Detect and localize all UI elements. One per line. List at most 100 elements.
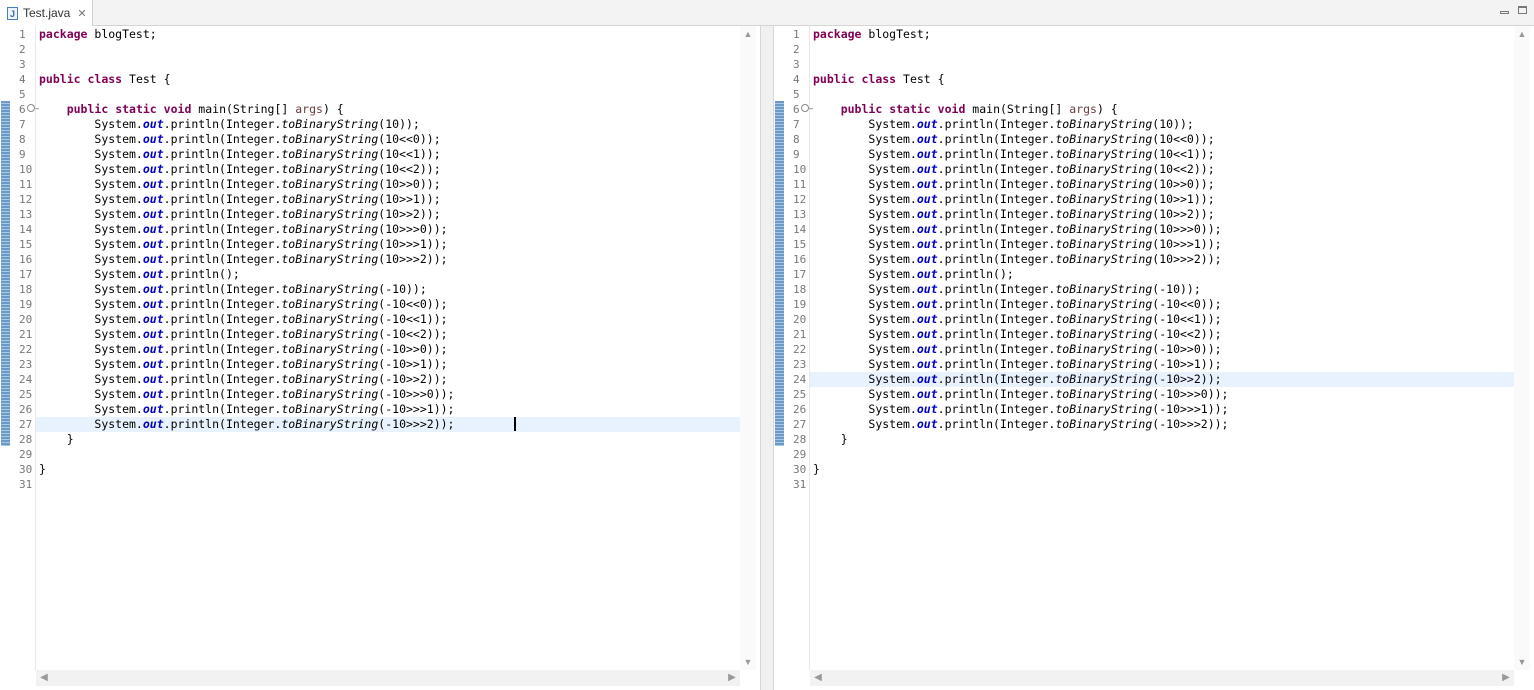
line-number: 10: [793, 163, 807, 176]
line-number: 28: [19, 433, 33, 446]
code-line: System.out.println(Integer.toBinaryStrin…: [868, 132, 1215, 146]
line-number: 12: [793, 193, 807, 206]
change-ruler: [774, 26, 786, 670]
maximize-icon[interactable]: [1518, 5, 1527, 17]
code-line: System.out.println(Integer.toBinaryStrin…: [94, 162, 441, 176]
code-line: public class Test {: [813, 72, 945, 86]
close-icon[interactable]: ✕: [77, 7, 86, 20]
code-line: System.out.println(Integer.toBinaryStrin…: [94, 207, 441, 221]
code-line: System.out.println(Integer.toBinaryStrin…: [868, 417, 1229, 431]
line-number: 20: [19, 313, 33, 326]
line-number: 8: [793, 133, 800, 146]
code-text-area[interactable]: package blogTest; public class Test { pub…: [36, 26, 740, 670]
horizontal-scrollbar[interactable]: ◀ ▶: [36, 670, 740, 686]
code-line: System.out.println(Integer.toBinaryStrin…: [94, 327, 448, 341]
scroll-left-icon[interactable]: ◀: [36, 670, 52, 686]
line-number: 17: [19, 268, 33, 281]
line-number: 4: [19, 73, 26, 86]
line-number: 9: [793, 148, 800, 161]
code-line: System.out.println(Integer.toBinaryStrin…: [94, 117, 420, 131]
code-line: System.out.println(Integer.toBinaryStrin…: [94, 252, 448, 266]
line-number: 13: [19, 208, 33, 221]
code-line: System.out.println(Integer.toBinaryStrin…: [868, 297, 1222, 311]
code-line: }: [39, 462, 46, 476]
line-number: 2: [793, 43, 800, 56]
line-number: 23: [793, 358, 807, 371]
code-line: System.out.println(Integer.toBinaryStrin…: [94, 387, 455, 401]
minimize-icon[interactable]: [1500, 5, 1509, 17]
scroll-up-icon[interactable]: ▲: [1514, 26, 1530, 42]
scroll-right-icon[interactable]: ▶: [1498, 670, 1514, 686]
line-number: 7: [793, 118, 800, 131]
code-line: System.out.println(Integer.toBinaryStrin…: [868, 387, 1229, 401]
change-ruler: [0, 26, 12, 670]
line-number: 25: [793, 388, 807, 401]
line-number: 6−: [19, 103, 40, 116]
editor-pane-right[interactable]: 1 2 3 4 5 6−7 8 9 10 11 12 13 14 15 16 17 18 19 20 21 22 23 24…: [774, 26, 1534, 690]
code-line: System.out.println(Integer.toBinaryStrin…: [868, 357, 1222, 371]
code-line: System.out.println();: [94, 267, 240, 281]
editor-pane-left[interactable]: 1 2 3 4 5 6−7 8 9 10 11 12 13 14 15 16 17 18 19 20 21 22 23 24…: [0, 26, 760, 690]
vertical-scrollbar[interactable]: ▲ ▼: [1514, 26, 1530, 670]
line-number: 24: [793, 373, 807, 386]
line-number: 10: [19, 163, 33, 176]
code-text-area[interactable]: package blogTest; public class Test { pub…: [810, 26, 1514, 670]
code-line: System.out.println(Integer.toBinaryStrin…: [94, 177, 441, 191]
line-number: 8: [19, 133, 26, 146]
line-number: 1: [19, 28, 26, 41]
scroll-down-icon[interactable]: ▼: [1514, 654, 1530, 670]
code-line: System.out.println(Integer.toBinaryStrin…: [868, 342, 1222, 356]
line-number: 12: [19, 193, 33, 206]
code-line: }: [813, 462, 820, 476]
vertical-scrollbar[interactable]: ▲ ▼: [740, 26, 756, 670]
code-line: System.out.println(Integer.toBinaryStrin…: [868, 237, 1222, 251]
line-number: 11: [19, 178, 33, 191]
code-line: System.out.println(Integer.toBinaryStrin…: [94, 222, 448, 236]
line-number: 31: [19, 478, 33, 491]
code-line: System.out.println(Integer.toBinaryStrin…: [868, 192, 1215, 206]
change-indicator: [1, 101, 10, 446]
line-number: 26: [793, 403, 807, 416]
line-number: 5: [19, 88, 26, 101]
code-line: System.out.println(Integer.toBinaryStrin…: [94, 402, 455, 416]
code-line: System.out.println(Integer.toBinaryStrin…: [94, 237, 448, 251]
code-line: System.out.println(Integer.toBinaryStrin…: [94, 132, 441, 146]
scroll-up-icon[interactable]: ▲: [740, 26, 756, 42]
line-number: 15: [793, 238, 807, 251]
pane-divider[interactable]: [760, 26, 774, 690]
code-line: System.out.println(Integer.toBinaryStrin…: [868, 252, 1222, 266]
code-line: public static void main(String[] args) {: [66, 102, 344, 116]
line-number: 27: [793, 418, 807, 431]
text-caret: [514, 417, 516, 431]
line-number: 23: [19, 358, 33, 371]
horizontal-scrollbar[interactable]: ◀ ▶: [810, 670, 1514, 686]
scroll-down-icon[interactable]: ▼: [740, 654, 756, 670]
code-line: System.out.println(Integer.toBinaryStrin…: [94, 282, 427, 296]
code-line: System.out.println(Integer.toBinaryStrin…: [868, 312, 1222, 326]
scroll-left-icon[interactable]: ◀: [810, 670, 826, 686]
code-line: public static void main(String[] args) {: [840, 102, 1118, 116]
line-number-gutter: 1 2 3 4 5 6−7 8 9 10 11 12 13 14 15 16 17 18 19 20 21 22 23 24…: [786, 26, 813, 670]
code-line: System.out.println(Integer.toBinaryStrin…: [94, 357, 448, 371]
line-number: 30: [793, 463, 807, 476]
tab-test-java[interactable]: J Test.java ✕: [0, 0, 93, 26]
code-line: public class Test {: [39, 72, 171, 86]
line-number: 17: [793, 268, 807, 281]
fold-collapse-icon[interactable]: −: [27, 104, 39, 113]
code-line: System.out.println(Integer.toBinaryStrin…: [94, 147, 441, 161]
code-line: System.out.println(Integer.toBinaryStrin…: [868, 402, 1229, 416]
editor-tab-bar: J Test.java ✕: [0, 0, 1534, 26]
code-line: System.out.println(Integer.toBinaryStrin…: [94, 192, 441, 206]
line-number: 31: [793, 478, 807, 491]
code-line: System.out.println(Integer.toBinaryStrin…: [94, 342, 448, 356]
scroll-right-icon[interactable]: ▶: [724, 670, 740, 686]
code-line: System.out.println(Integer.toBinaryStrin…: [868, 147, 1215, 161]
code-line: System.out.println(Integer.toBinaryStrin…: [868, 282, 1201, 296]
fold-collapse-icon[interactable]: −: [801, 104, 813, 113]
line-number: 21: [793, 328, 807, 341]
line-number: 27: [19, 418, 33, 431]
line-number: 3: [19, 58, 26, 71]
line-number: 18: [19, 283, 33, 296]
code-line: System.out.println(Integer.toBinaryStrin…: [94, 297, 448, 311]
code-line: System.out.println(Integer.toBinaryStrin…: [868, 327, 1222, 341]
